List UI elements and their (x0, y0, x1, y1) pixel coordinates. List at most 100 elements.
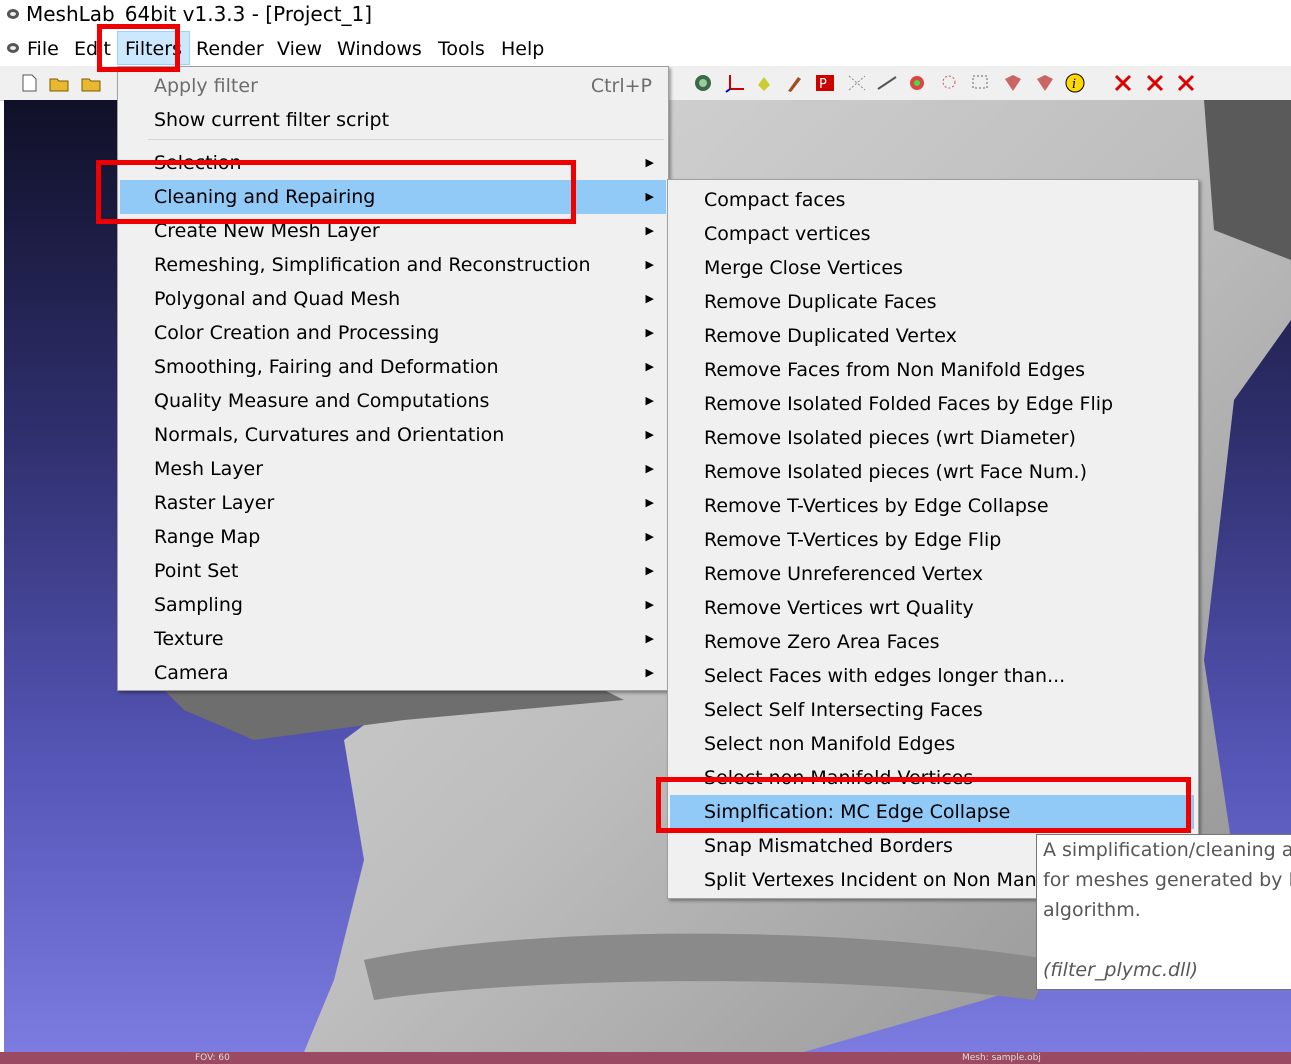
info-icon[interactable]: i (1064, 73, 1086, 93)
submenu-item-label: Remove Duplicated Vertex (704, 325, 957, 347)
menu-item-category[interactable]: Remeshing, Simplification and Reconstruc… (120, 248, 666, 282)
delete-faces-icon[interactable] (1144, 73, 1166, 93)
submenu-item[interactable]: Remove T-Vertices by Edge Flip (670, 523, 1194, 557)
submenu-arrow-icon: ▶ (645, 326, 654, 339)
mesh-name: Mesh: sample.obj (962, 1053, 1041, 1063)
menu-item-category[interactable]: Polygonal and Quad Mesh ▶ (120, 282, 666, 316)
submenu-item[interactable]: Remove Isolated pieces (wrt Face Num.) (670, 455, 1194, 489)
submenu-item[interactable]: Remove Isolated pieces (wrt Diameter) (670, 421, 1194, 455)
submenu-item[interactable]: Remove Duplicate Faces (670, 285, 1194, 319)
submenu-arrow-icon: ▶ (645, 598, 654, 611)
app-menu-icon[interactable] (6, 41, 20, 55)
submenu-item-label: Remove Unreferenced Vertex (704, 563, 983, 585)
paint-bucket-icon[interactable] (754, 73, 776, 93)
submenu-arrow-icon: ▶ (645, 360, 654, 373)
menu-item-label: Quality Measure and Computations (154, 390, 490, 412)
new-file-icon[interactable] (18, 73, 40, 93)
measure-icon[interactable] (876, 73, 898, 93)
menu-item-category[interactable]: Normals, Curvatures and Orientation ▶ (120, 418, 666, 452)
menu-item-label: Range Map (154, 526, 261, 548)
submenu-arrow-icon: ▶ (645, 190, 654, 203)
submenu-item[interactable]: Remove Vertices wrt Quality (670, 591, 1194, 625)
submenu-arrow-icon: ▶ (645, 564, 654, 577)
submenu-item-label: Merge Close Vertices (704, 257, 903, 279)
submenu-item[interactable]: Compact faces (670, 183, 1194, 217)
axes-icon[interactable] (724, 73, 746, 93)
submenu-arrow-icon: ▶ (645, 530, 654, 543)
menu-windows[interactable]: Windows (337, 32, 422, 64)
menu-item-label: Mesh Layer (154, 458, 264, 480)
status-bar: FOV: 60 Mesh: sample.obj (0, 1052, 1291, 1064)
submenu-arrow-icon: ▶ (645, 224, 654, 237)
menu-item-apply-filter[interactable]: Apply filter Ctrl+P (120, 69, 666, 103)
submenu-item-label: Snap Mismatched Borders (704, 835, 953, 857)
menu-file[interactable]: File (27, 32, 59, 64)
annotation-box-mc-edge-collapse (656, 777, 1191, 833)
submenu-arrow-icon: ▶ (645, 428, 654, 441)
menu-item-category[interactable]: Point Set ▶ (120, 554, 666, 588)
render-mode-icon[interactable] (692, 73, 714, 93)
filter-tooltip: A simplification/cleaning algorithm that… (1036, 834, 1291, 990)
submenu-item[interactable]: Remove Isolated Folded Faces by Edge Fli… (670, 387, 1194, 421)
open-folder-icon[interactable] (48, 73, 70, 93)
menu-view[interactable]: View (277, 32, 322, 64)
tooltip-line: for meshes generated by Marching Cubes (1043, 869, 1291, 891)
delete-selected-icon[interactable] (1175, 73, 1197, 93)
submenu-item[interactable]: Compact vertices (670, 217, 1194, 251)
paint-icon[interactable] (906, 73, 928, 93)
brush-icon[interactable] (784, 73, 806, 93)
submenu-item-label: Remove Isolated pieces (wrt Diameter) (704, 427, 1076, 449)
submenu-item-label: Remove T-Vertices by Edge Collapse (704, 495, 1049, 517)
menu-item-category[interactable]: Range Map ▶ (120, 520, 666, 554)
select-region-icon[interactable] (1034, 73, 1056, 93)
submenu-item[interactable]: Select Faces with edges longer than... (670, 659, 1194, 693)
submenu-item[interactable]: Remove Duplicated Vertex (670, 319, 1194, 353)
submenu-item-label: Compact vertices (704, 223, 871, 245)
annotation-box-filters (97, 24, 180, 72)
menu-item-label: Camera (154, 662, 229, 684)
submenu-item[interactable]: Select Self Intersecting Faces (670, 693, 1194, 727)
submenu-item[interactable]: Remove Unreferenced Vertex (670, 557, 1194, 591)
reference-icon[interactable] (938, 73, 960, 93)
menu-item-category[interactable]: Texture ▶ (120, 622, 666, 656)
submenu-item-label: Select non Manifold Edges (704, 733, 956, 755)
menu-item-category[interactable]: Smoothing, Fairing and Deformation ▶ (120, 350, 666, 384)
select-connected-icon[interactable] (1002, 73, 1024, 93)
menu-render[interactable]: Render (196, 32, 264, 64)
submenu-arrow-icon: ▶ (645, 496, 654, 509)
open-project-icon[interactable] (80, 73, 102, 93)
menu-tools[interactable]: Tools (438, 32, 485, 64)
submenu-arrow-icon: ▶ (645, 632, 654, 645)
delete-vertices-icon[interactable] (1112, 73, 1134, 93)
menu-item-label: Remeshing, Simplification and Reconstruc… (154, 254, 591, 276)
submenu-item-label: Remove Faces from Non Manifold Edges (704, 359, 1085, 381)
submenu-item-label: Remove T-Vertices by Edge Flip (704, 529, 1002, 551)
pickpoints-icon[interactable]: P (814, 73, 836, 93)
select-faces-icon[interactable] (970, 73, 992, 93)
menu-item-label: Normals, Curvatures and Orientation (154, 424, 505, 446)
submenu-item[interactable]: Remove T-Vertices by Edge Collapse (670, 489, 1194, 523)
menu-item-category[interactable]: Mesh Layer ▶ (120, 452, 666, 486)
meshlab-logo-icon (7, 9, 19, 19)
submenu-item-label: Remove Duplicate Faces (704, 291, 937, 313)
submenu-item-label: Select Faces with edges longer than... (704, 665, 1066, 687)
menu-item-label: Texture (154, 628, 224, 650)
submenu-item-label: Select Self Intersecting Faces (704, 699, 983, 721)
title-bar: MeshLab_64bit v1.3.3 - [Project_1] (0, 0, 1291, 30)
menu-item-show-filter-script[interactable]: Show current filter script (120, 103, 666, 137)
select-vertices-icon[interactable] (846, 73, 868, 93)
menu-item-category[interactable]: Camera ▶ (120, 656, 666, 690)
menu-item-category[interactable]: Sampling ▶ (120, 588, 666, 622)
submenu-item[interactable]: Merge Close Vertices (670, 251, 1194, 285)
submenu-item[interactable]: Select non Manifold Edges (670, 727, 1194, 761)
menu-item-label: Raster Layer (154, 492, 275, 514)
menu-item-category[interactable]: Raster Layer ▶ (120, 486, 666, 520)
submenu-item[interactable]: Remove Faces from Non Manifold Edges (670, 353, 1194, 387)
menu-item-category[interactable]: Quality Measure and Computations ▶ (120, 384, 666, 418)
tooltip-line: A simplification/cleaning algorithm that… (1043, 839, 1291, 861)
submenu-item[interactable]: Remove Zero Area Faces (670, 625, 1194, 659)
menu-item-category[interactable]: Color Creation and Processing ▶ (120, 316, 666, 350)
menu-help[interactable]: Help (501, 32, 544, 64)
submenu-arrow-icon: ▶ (645, 292, 654, 305)
submenu-arrow-icon: ▶ (645, 666, 654, 679)
